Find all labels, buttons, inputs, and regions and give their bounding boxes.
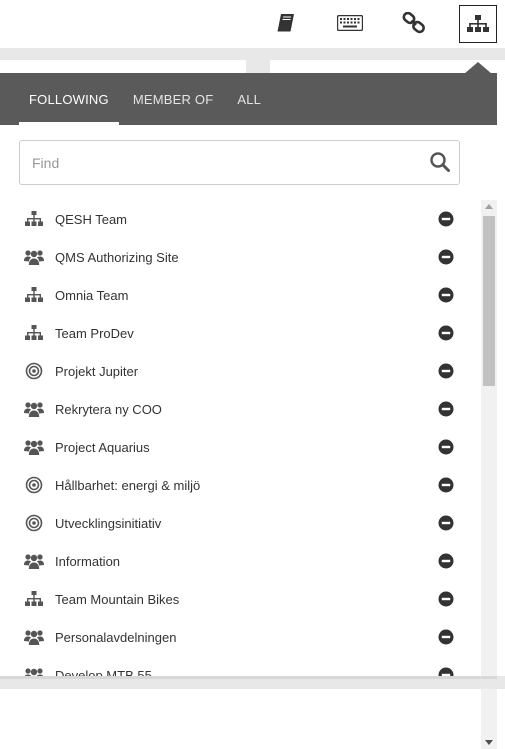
unfollow-icon[interactable] <box>438 515 454 531</box>
target-icon <box>24 513 44 533</box>
unfollow-icon[interactable] <box>438 363 454 379</box>
item-label[interactable]: Project Aquarius <box>55 440 150 455</box>
list-item[interactable]: Omnia Team <box>0 276 480 314</box>
unfollow-icon[interactable] <box>438 401 454 417</box>
search-icon[interactable] <box>429 151 451 177</box>
unfollow-icon[interactable] <box>438 629 454 645</box>
org-chart-icon <box>467 15 489 33</box>
list-item[interactable]: Team Mountain Bikes <box>0 580 480 618</box>
target-icon <box>24 361 44 381</box>
people-group-icon <box>24 627 44 647</box>
people-group-icon <box>24 551 44 571</box>
unfollow-icon[interactable] <box>438 287 454 303</box>
unfollow-icon[interactable] <box>438 211 454 227</box>
unfollow-icon[interactable] <box>438 439 454 455</box>
scrollbar[interactable] <box>481 200 497 749</box>
item-label[interactable]: QESH Team <box>55 212 127 227</box>
tab-all[interactable]: ALL <box>227 73 271 125</box>
item-label[interactable]: Projekt Jupiter <box>55 364 138 379</box>
org-chart-button[interactable] <box>459 5 497 43</box>
scroll-up-arrow[interactable] <box>485 204 493 209</box>
list-item[interactable]: Project Aquarius <box>0 428 480 466</box>
list-item[interactable]: Personalavdelningen <box>0 618 480 656</box>
list-item[interactable]: Team ProDev <box>0 314 480 352</box>
org-chart-icon <box>24 589 44 609</box>
list-item[interactable]: Utvecklingsinitiativ <box>0 504 480 542</box>
search-input[interactable] <box>20 141 420 184</box>
scroll-down-arrow[interactable] <box>485 740 493 745</box>
bottom-edge <box>0 676 505 689</box>
item-label[interactable]: Omnia Team <box>55 288 128 303</box>
item-label[interactable]: Utvecklingsinitiativ <box>55 516 161 531</box>
tab-member-of[interactable]: MEMBER OF <box>123 73 224 125</box>
list-item[interactable]: Rekrytera ny COO <box>0 390 480 428</box>
background-content <box>0 48 505 74</box>
list-item[interactable]: Information <box>0 542 480 580</box>
followed-items-list: QESH Team QMS Authorizing Site Omnia Team T… <box>0 200 480 694</box>
item-label[interactable]: Team ProDev <box>55 326 134 341</box>
item-label[interactable]: Information <box>55 554 120 569</box>
tab-following[interactable]: FOLLOWING <box>19 73 119 125</box>
top-toolbar <box>0 0 505 48</box>
org-chart-icon <box>24 285 44 305</box>
unfollow-icon[interactable] <box>438 553 454 569</box>
keyboard-icon <box>337 15 363 31</box>
item-label[interactable]: Personalavdelningen <box>55 630 176 645</box>
book-icon <box>275 13 297 33</box>
following-panel: FOLLOWING MEMBER OF ALL QESH Team QMS Aut… <box>0 73 497 749</box>
org-chart-icon <box>24 323 44 343</box>
search-box <box>19 140 460 185</box>
unfollow-icon[interactable] <box>438 477 454 493</box>
scroll-thumb[interactable] <box>483 216 495 386</box>
people-group-icon <box>24 437 44 457</box>
tab-bar: FOLLOWING MEMBER OF ALL <box>0 73 497 125</box>
link-icon <box>402 12 426 34</box>
list-item[interactable]: Hållbarhet: energi & miljö <box>0 466 480 504</box>
keyboard-button[interactable] <box>331 4 369 42</box>
unfollow-icon[interactable] <box>438 249 454 265</box>
list-item[interactable]: Projekt Jupiter <box>0 352 480 390</box>
target-icon <box>24 475 44 495</box>
book-button[interactable] <box>267 4 305 42</box>
unfollow-icon[interactable] <box>438 591 454 607</box>
link-button[interactable] <box>395 4 433 42</box>
item-label[interactable]: Rekrytera ny COO <box>55 402 162 417</box>
list-item[interactable]: QESH Team <box>0 200 480 238</box>
list-item[interactable]: QMS Authorizing Site <box>0 238 480 276</box>
item-label[interactable]: Hållbarhet: energi & miljö <box>55 478 200 493</box>
item-label[interactable]: Team Mountain Bikes <box>55 592 179 607</box>
item-label[interactable]: QMS Authorizing Site <box>55 250 179 265</box>
unfollow-icon[interactable] <box>438 325 454 341</box>
org-chart-icon <box>24 209 44 229</box>
people-group-icon <box>24 247 44 267</box>
people-group-icon <box>24 399 44 419</box>
